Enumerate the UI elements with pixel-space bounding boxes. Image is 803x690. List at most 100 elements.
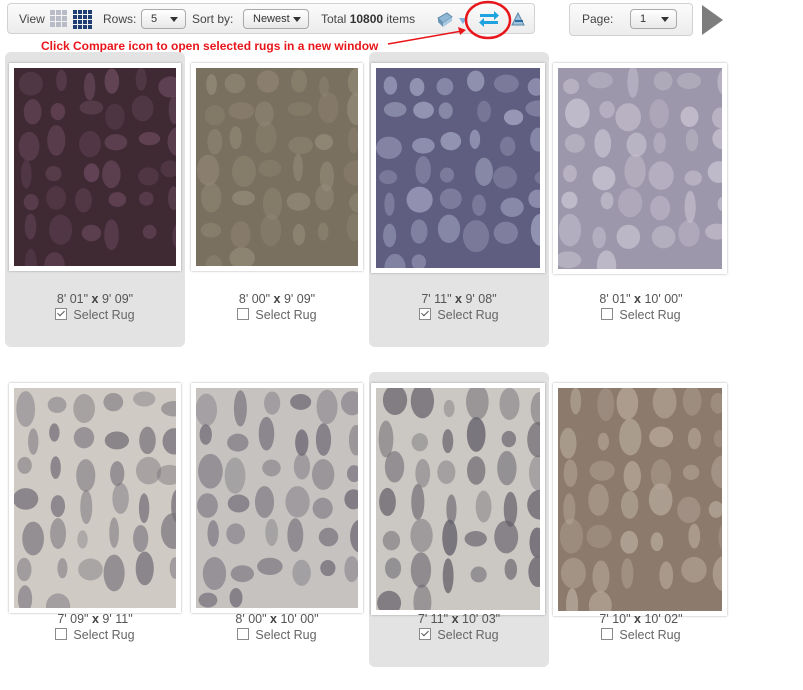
select-rug-control[interactable]: Select Rug (5, 628, 185, 642)
rug-pattern-graphic (376, 68, 540, 268)
rug-card[interactable]: 7' 09" x 9' 11" Select Rug (5, 372, 185, 667)
rug-height: 10' 02" (644, 612, 683, 626)
select-rug-checkbox[interactable] (237, 308, 250, 320)
rug-image[interactable] (191, 383, 363, 613)
rug-width: 7' 10" (599, 612, 631, 626)
print-icon[interactable] (435, 10, 455, 30)
rug-width: 8' 00" (235, 612, 267, 626)
rug-pattern-graphic (558, 68, 722, 269)
rug-height: 9' 08" (465, 292, 497, 306)
rug-card[interactable]: 8' 01" x 9' 09" Select Rug (5, 52, 185, 347)
sort-label: Sort by: (192, 12, 234, 26)
chevron-down-icon (293, 17, 301, 22)
rows-select-value: 5 (151, 13, 158, 25)
select-rug-checkbox[interactable] (601, 308, 614, 320)
rug-pattern-graphic (558, 388, 722, 611)
rug-size-label: 8' 00" x 9' 09" (187, 292, 367, 306)
compare-icon[interactable] (477, 8, 501, 30)
page-select-value: 1 (640, 13, 647, 25)
size-separator: x (630, 612, 645, 626)
size-separator: x (448, 612, 463, 626)
select-rug-label: Select Rug (73, 308, 135, 322)
items-label: items (386, 12, 416, 26)
rug-card[interactable]: 8' 00" x 10' 00" Select Rug (187, 372, 367, 667)
grid-3-view-icon[interactable] (50, 10, 67, 27)
rug-card[interactable]: 8' 01" x 10' 00" Select Rug (551, 52, 731, 347)
size-separator: x (451, 292, 466, 306)
rug-size-label: 8' 01" x 10' 00" (551, 292, 731, 306)
rug-size-label: 7' 11" x 10' 03" (369, 612, 549, 626)
rug-pattern-graphic (14, 68, 176, 266)
rug-width: 8' 01" (56, 292, 89, 306)
select-rug-control[interactable]: Select Rug (5, 308, 185, 322)
rug-pattern-graphic (196, 68, 358, 266)
select-rug-label: Select Rug (255, 628, 317, 642)
rug-height: 9' 09" (101, 292, 134, 306)
select-rug-control[interactable]: Select Rug (187, 308, 367, 322)
total-count: 10800 (349, 12, 384, 26)
size-separator: x (630, 292, 645, 306)
chevron-down-icon (170, 17, 178, 22)
rug-size-label: 7' 10" x 10' 02" (551, 612, 731, 626)
select-rug-checkbox[interactable] (55, 308, 68, 320)
rows-select[interactable]: 5 (141, 9, 186, 29)
select-rug-label: Select Rug (619, 628, 681, 642)
grid-4-view-icon[interactable] (73, 10, 92, 29)
rug-image[interactable] (191, 63, 363, 271)
rug-size-label: 7' 09" x 9' 11" (5, 612, 185, 626)
select-rug-label: Select Rug (255, 308, 317, 322)
select-rug-checkbox[interactable] (55, 628, 68, 640)
total-label: Total (321, 12, 347, 26)
page-select[interactable]: 1 (630, 9, 677, 29)
rug-width: 7' 11" (421, 292, 452, 306)
select-rug-label: Select Rug (437, 628, 499, 642)
select-rug-checkbox[interactable] (419, 628, 432, 640)
rug-width: 8' 01" (599, 292, 631, 306)
rug-image[interactable] (553, 63, 727, 274)
chevron-down-icon (661, 17, 669, 22)
rug-image[interactable] (9, 63, 181, 271)
rug-image[interactable] (9, 383, 181, 613)
view-label: View (19, 12, 45, 26)
rug-image[interactable] (371, 383, 545, 615)
rug-height: 9' 09" (283, 292, 316, 306)
size-separator: x (88, 612, 103, 626)
rug-width: 8' 00" (238, 292, 271, 306)
select-rug-checkbox[interactable] (419, 308, 432, 320)
compare-hint-text: Click Compare icon to open selected rugs… (41, 39, 379, 53)
size-separator: x (266, 612, 281, 626)
rug-height: 9' 11" (102, 612, 133, 626)
sort-select-value: Newest (253, 13, 290, 25)
rug-image[interactable] (371, 63, 545, 273)
select-rug-checkbox[interactable] (237, 628, 250, 640)
rug-card[interactable]: 7' 10" x 10' 02" Select Rug (551, 372, 731, 667)
size-separator: x (270, 292, 284, 306)
total-items: Total 10800 items (321, 4, 415, 35)
rug-card[interactable]: 8' 00" x 9' 09" Select Rug (187, 52, 367, 347)
select-rug-label: Select Rug (619, 308, 681, 322)
next-page-arrow-icon[interactable] (702, 5, 723, 35)
rug-height: 10' 03" (462, 612, 501, 626)
toolbar: View Rows: 5 Sort by: Newest Total 10800… (7, 3, 535, 34)
select-rug-control[interactable]: Select Rug (551, 628, 731, 642)
rug-height: 10' 00" (644, 292, 683, 306)
select-rug-control[interactable]: Select Rug (369, 308, 549, 322)
rug-image[interactable] (553, 383, 727, 616)
rows-label: Rows: (103, 12, 137, 26)
select-rug-control[interactable]: Select Rug (551, 308, 731, 322)
pager: Page: 1 (569, 3, 693, 36)
select-rug-control[interactable]: Select Rug (187, 628, 367, 642)
rug-pattern-graphic (14, 388, 176, 608)
select-rug-label: Select Rug (73, 628, 135, 642)
add-to-favorites-icon[interactable] (457, 10, 469, 30)
sort-select[interactable]: Newest (243, 9, 309, 29)
rug-pattern-graphic (376, 388, 540, 610)
select-rug-control[interactable]: Select Rug (369, 628, 549, 642)
rug-card[interactable]: 7' 11" x 9' 08" Select Rug (369, 52, 549, 347)
rug-size-label: 7' 11" x 9' 08" (369, 292, 549, 306)
share-icon[interactable] (508, 10, 528, 30)
rug-height: 10' 00" (280, 612, 319, 626)
select-rug-checkbox[interactable] (601, 628, 614, 640)
rug-card[interactable]: 7' 11" x 10' 03" Select Rug (369, 372, 549, 667)
rug-pattern-graphic (196, 388, 358, 608)
